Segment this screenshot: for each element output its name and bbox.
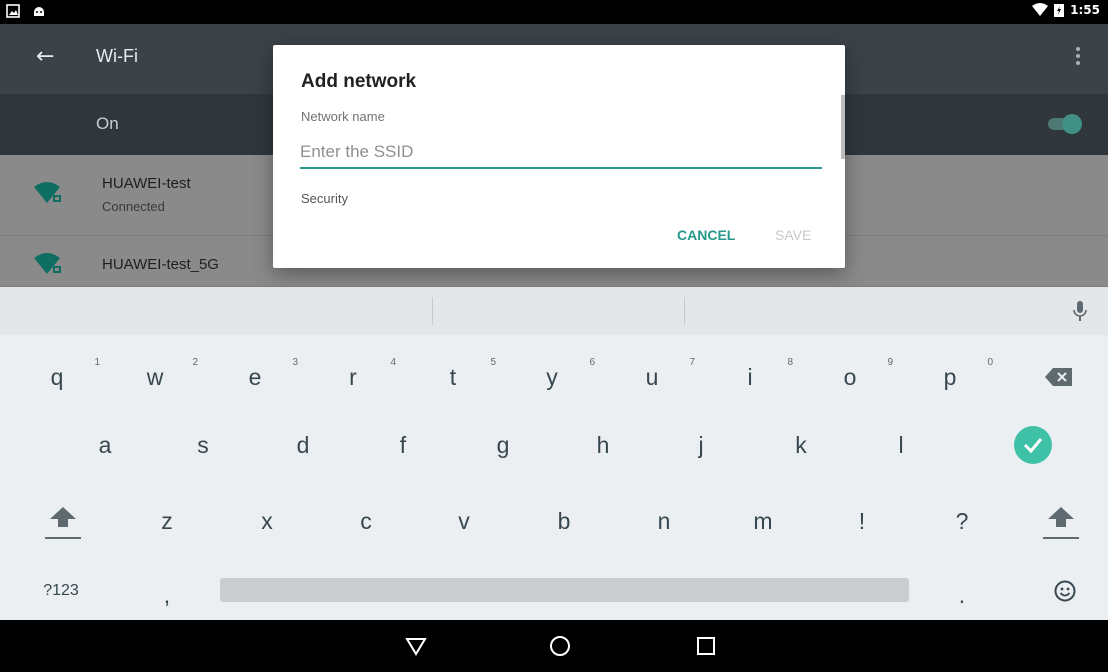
- shift-icon: [50, 507, 76, 527]
- key-z[interactable]: z: [118, 491, 216, 551]
- nav-back-button[interactable]: [404, 634, 428, 658]
- nav-home-button[interactable]: [548, 634, 572, 658]
- suggestion-strip: [0, 287, 1108, 335]
- network-status: Connected: [102, 199, 165, 214]
- ssid-input[interactable]: [300, 137, 822, 169]
- triangle-back-icon: [405, 638, 427, 656]
- wifi-signal-icon: [1032, 3, 1049, 16]
- key-r[interactable]: r4: [304, 347, 402, 407]
- key-period[interactable]: .: [913, 565, 1011, 625]
- back-arrow-icon[interactable]: ←: [36, 44, 54, 69]
- backspace-key[interactable]: [1010, 347, 1108, 407]
- key-a[interactable]: a: [56, 415, 154, 475]
- shift-key-right[interactable]: [1036, 493, 1086, 553]
- dialog-title: Add network: [301, 71, 417, 92]
- key-p[interactable]: p0: [901, 347, 999, 407]
- key-n[interactable]: n: [615, 491, 713, 551]
- key-comma[interactable]: ,: [118, 565, 216, 625]
- gallery-notification-icon: [6, 4, 20, 18]
- key-l[interactable]: l: [852, 415, 950, 475]
- key-e[interactable]: e3: [206, 347, 304, 407]
- key-y[interactable]: y6: [503, 347, 601, 407]
- circle-home-icon: [550, 636, 570, 656]
- key-f[interactable]: f: [354, 415, 452, 475]
- square-recents-icon: [697, 637, 715, 655]
- key-t[interactable]: t5: [404, 347, 502, 407]
- key-q[interactable]: q1: [8, 347, 106, 407]
- key-k[interactable]: k: [752, 415, 850, 475]
- page-title: Wi-Fi: [96, 46, 138, 66]
- key-x[interactable]: x: [218, 491, 316, 551]
- done-key[interactable]: [984, 415, 1082, 475]
- key-d[interactable]: d: [254, 415, 352, 475]
- key-exclamation[interactable]: !: [813, 491, 911, 551]
- more-vert-icon[interactable]: [1068, 44, 1088, 70]
- check-circle-icon: [1014, 426, 1052, 464]
- key-s[interactable]: s: [154, 415, 252, 475]
- security-label: Security: [301, 191, 348, 206]
- status-bar: 1:55: [0, 0, 1108, 24]
- emoji-icon: [1054, 580, 1076, 602]
- save-button: SAVE: [775, 227, 812, 243]
- battery-charging-icon: [1054, 4, 1065, 17]
- key-o[interactable]: o9: [801, 347, 899, 407]
- key-v[interactable]: v: [415, 491, 513, 551]
- shift-icon: [1048, 507, 1074, 527]
- wifi-lock-icon: [34, 182, 61, 203]
- android-notification-icon: [34, 7, 44, 16]
- backspace-icon: [1045, 368, 1072, 386]
- network-name: HUAWEI-test_5G: [102, 256, 219, 273]
- symbols-key[interactable]: ?123: [12, 561, 110, 621]
- add-network-dialog: Add network Network name Security CANCEL…: [273, 45, 845, 268]
- key-j[interactable]: j: [652, 415, 750, 475]
- key-i[interactable]: i8: [701, 347, 799, 407]
- dialog-scrollbar[interactable]: [841, 95, 845, 159]
- shift-key-left[interactable]: [38, 493, 88, 553]
- wifi-lock-icon: [34, 253, 61, 274]
- network-name-label: Network name: [301, 109, 385, 124]
- key-w[interactable]: w2: [106, 347, 204, 407]
- key-question[interactable]: ?: [913, 491, 1011, 551]
- wifi-toggle[interactable]: [1048, 114, 1082, 134]
- key-u[interactable]: u7: [603, 347, 701, 407]
- key-g[interactable]: g: [454, 415, 552, 475]
- emoji-key[interactable]: [1016, 561, 1108, 621]
- wifi-switch-label: On: [96, 114, 119, 133]
- key-b[interactable]: b: [515, 491, 613, 551]
- soft-keyboard: q1 w2 e3 r4 t5 y6 u7 i8 o9 p0 a s d f g …: [0, 287, 1108, 620]
- mic-icon[interactable]: [1072, 299, 1088, 323]
- space-key[interactable]: [220, 578, 909, 602]
- nav-recents-button[interactable]: [694, 634, 718, 658]
- navigation-bar: [0, 620, 1108, 672]
- key-h[interactable]: h: [554, 415, 652, 475]
- network-name: HUAWEI-test: [102, 175, 191, 192]
- status-time: 1:55: [1070, 3, 1100, 17]
- key-m[interactable]: m: [714, 491, 812, 551]
- cancel-button[interactable]: CANCEL: [677, 227, 735, 243]
- key-c[interactable]: c: [317, 491, 415, 551]
